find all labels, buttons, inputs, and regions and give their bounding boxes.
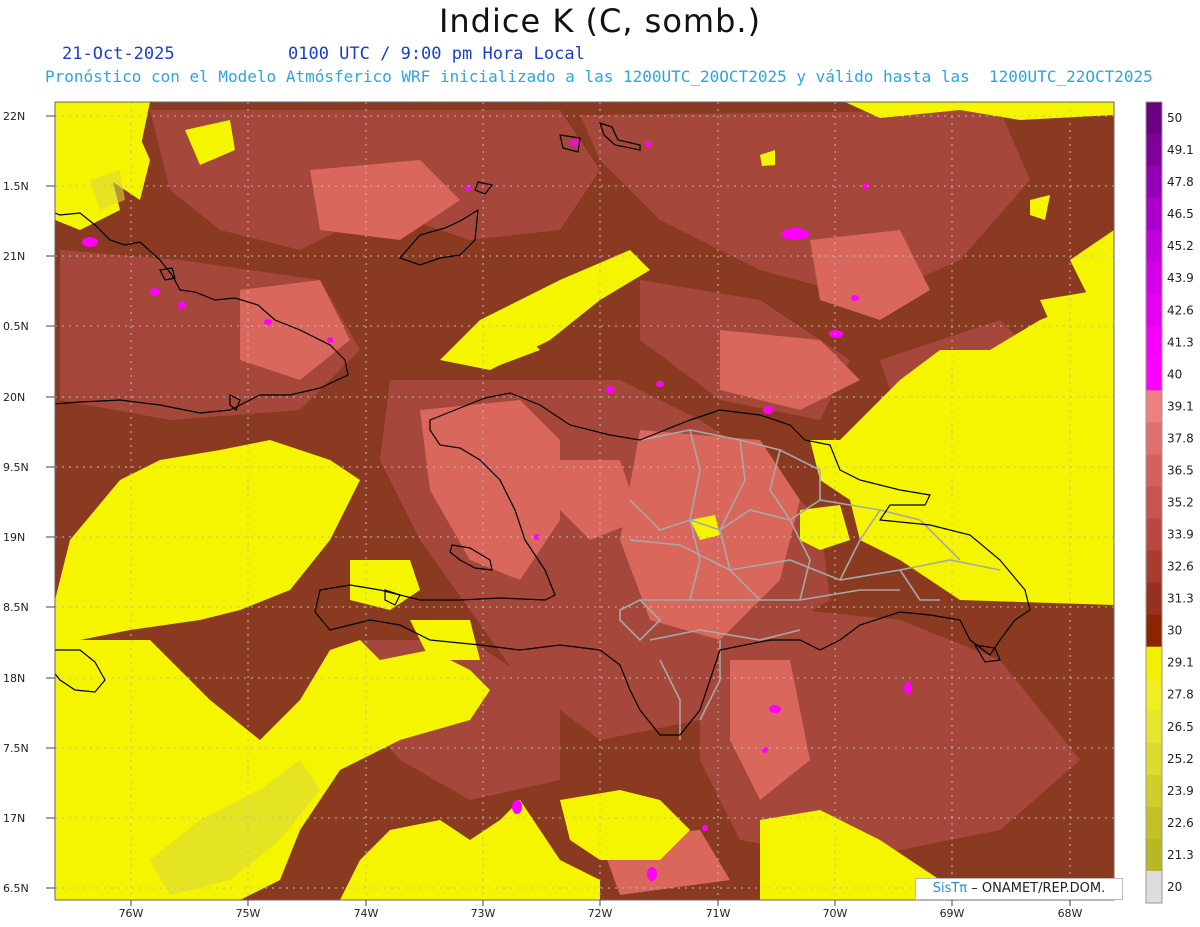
colorbar-cell bbox=[1146, 582, 1162, 616]
colorbar-label: 25.2 bbox=[1167, 752, 1194, 766]
colorbar-label: 50 bbox=[1167, 111, 1182, 125]
lat-label: 19N bbox=[3, 531, 25, 544]
colorbar-label: 20 bbox=[1167, 880, 1182, 894]
brand-label: SisT bbox=[932, 881, 960, 896]
colorbar-label: 32.6 bbox=[1167, 560, 1194, 574]
credit-box: SisTπ – ONAMET/REP.DOM. bbox=[915, 878, 1123, 900]
colorbar-cell bbox=[1146, 774, 1162, 808]
colorbar-cell bbox=[1146, 422, 1162, 455]
colorbar-cell bbox=[1146, 230, 1162, 263]
colorbar-cell bbox=[1146, 838, 1162, 872]
colorbar-label: 45.2 bbox=[1167, 239, 1194, 253]
colorbar-cell bbox=[1146, 678, 1162, 712]
organization-label: – ONAMET/REP.DOM. bbox=[971, 881, 1106, 896]
colorbar-label: 36.5 bbox=[1167, 463, 1194, 477]
lat-label: 8.5N bbox=[3, 601, 29, 614]
colorbar-cell bbox=[1146, 198, 1162, 231]
lat-label: 22N bbox=[3, 110, 25, 123]
colorbar-cell bbox=[1146, 870, 1162, 904]
colorbar-cell bbox=[1146, 454, 1162, 487]
lon-label: 72W bbox=[588, 907, 613, 920]
lat-label: 6.5N bbox=[3, 882, 29, 895]
colorbar-cell bbox=[1146, 166, 1162, 199]
colorbar-cell bbox=[1146, 518, 1162, 552]
colorbar-cell bbox=[1146, 806, 1162, 840]
pi-symbol: π bbox=[959, 881, 968, 896]
colorbar-label: 27.8 bbox=[1167, 688, 1194, 702]
colorbar-cell bbox=[1146, 102, 1162, 135]
lon-label: 75W bbox=[236, 907, 261, 920]
colorbar-label: 37.8 bbox=[1167, 431, 1194, 445]
colorbar-label: 46.5 bbox=[1167, 207, 1194, 221]
colorbar-label: 33.9 bbox=[1167, 528, 1194, 542]
colorbar-label: 26.5 bbox=[1167, 720, 1194, 734]
colorbar-label: 30 bbox=[1167, 624, 1182, 638]
colorbar-label: 42.6 bbox=[1167, 303, 1194, 317]
colorbar-cell bbox=[1146, 550, 1162, 584]
longitude-axis: 76W 75W 74W 73W 72W 71W 70W 69W 68W bbox=[119, 907, 1083, 920]
map-area bbox=[55, 102, 1114, 900]
lon-label: 71W bbox=[706, 907, 731, 920]
colorbar-cell bbox=[1146, 262, 1162, 295]
colorbar-cell bbox=[1146, 134, 1162, 167]
colorbar-label: 43.9 bbox=[1167, 271, 1194, 285]
colorbar-cell bbox=[1146, 358, 1162, 391]
lat-label: 18N bbox=[3, 672, 25, 685]
lon-label: 73W bbox=[471, 907, 496, 920]
colorbar-label: 47.8 bbox=[1167, 175, 1194, 189]
lat-label: 0.5N bbox=[3, 320, 29, 333]
colorbar-cell bbox=[1146, 710, 1162, 744]
colorbar-label: 22.6 bbox=[1167, 816, 1194, 830]
lat-label: 1.5N bbox=[3, 180, 29, 193]
lat-label: 17N bbox=[3, 812, 25, 825]
lon-label: 70W bbox=[823, 907, 848, 920]
colorbar-cell bbox=[1146, 390, 1162, 423]
colorbar-label: 40 bbox=[1167, 367, 1182, 381]
colorbar: 50 49.1 47.8 46.5 45.2 43.9 42.6 41.3 40 39.1 37.8… bbox=[1145, 101, 1194, 904]
colorbar-label: 31.3 bbox=[1167, 592, 1194, 606]
colorbar-label: 39.1 bbox=[1167, 399, 1194, 413]
lon-label: 68W bbox=[1058, 907, 1083, 920]
colorbar-label: 49.1 bbox=[1167, 143, 1194, 157]
colorbar-cell bbox=[1146, 646, 1162, 680]
colorbar-cell bbox=[1146, 294, 1162, 327]
lat-label: 7.5N bbox=[3, 742, 29, 755]
lon-label: 69W bbox=[940, 907, 965, 920]
lat-label: 20N bbox=[3, 391, 25, 404]
longitude-ticks bbox=[130, 900, 1071, 906]
lat-label: 9.5N bbox=[3, 461, 29, 474]
latitude-axis: 22N 1.5N 21N 0.5N 20N 9.5N 19N 8.5N 18N … bbox=[3, 110, 29, 895]
lon-label: 76W bbox=[119, 907, 144, 920]
colorbar-cell bbox=[1146, 486, 1162, 520]
colorbar-label: 41.3 bbox=[1167, 335, 1194, 349]
colorbar-cell bbox=[1146, 614, 1162, 648]
lat-label: 21N bbox=[3, 250, 25, 263]
colorbar-cell bbox=[1146, 326, 1162, 359]
colorbar-label: 29.1 bbox=[1167, 656, 1194, 670]
colorbar-label: 35.2 bbox=[1167, 496, 1194, 510]
latitude-ticks bbox=[46, 115, 55, 889]
colorbar-label: 21.3 bbox=[1167, 848, 1194, 862]
map-figure: 22N 1.5N 21N 0.5N 20N 9.5N 19N 8.5N 18N … bbox=[3, 101, 1194, 920]
colorbar-label: 23.9 bbox=[1167, 784, 1194, 798]
colorbar-cell bbox=[1146, 742, 1162, 776]
lon-label: 74W bbox=[354, 907, 379, 920]
